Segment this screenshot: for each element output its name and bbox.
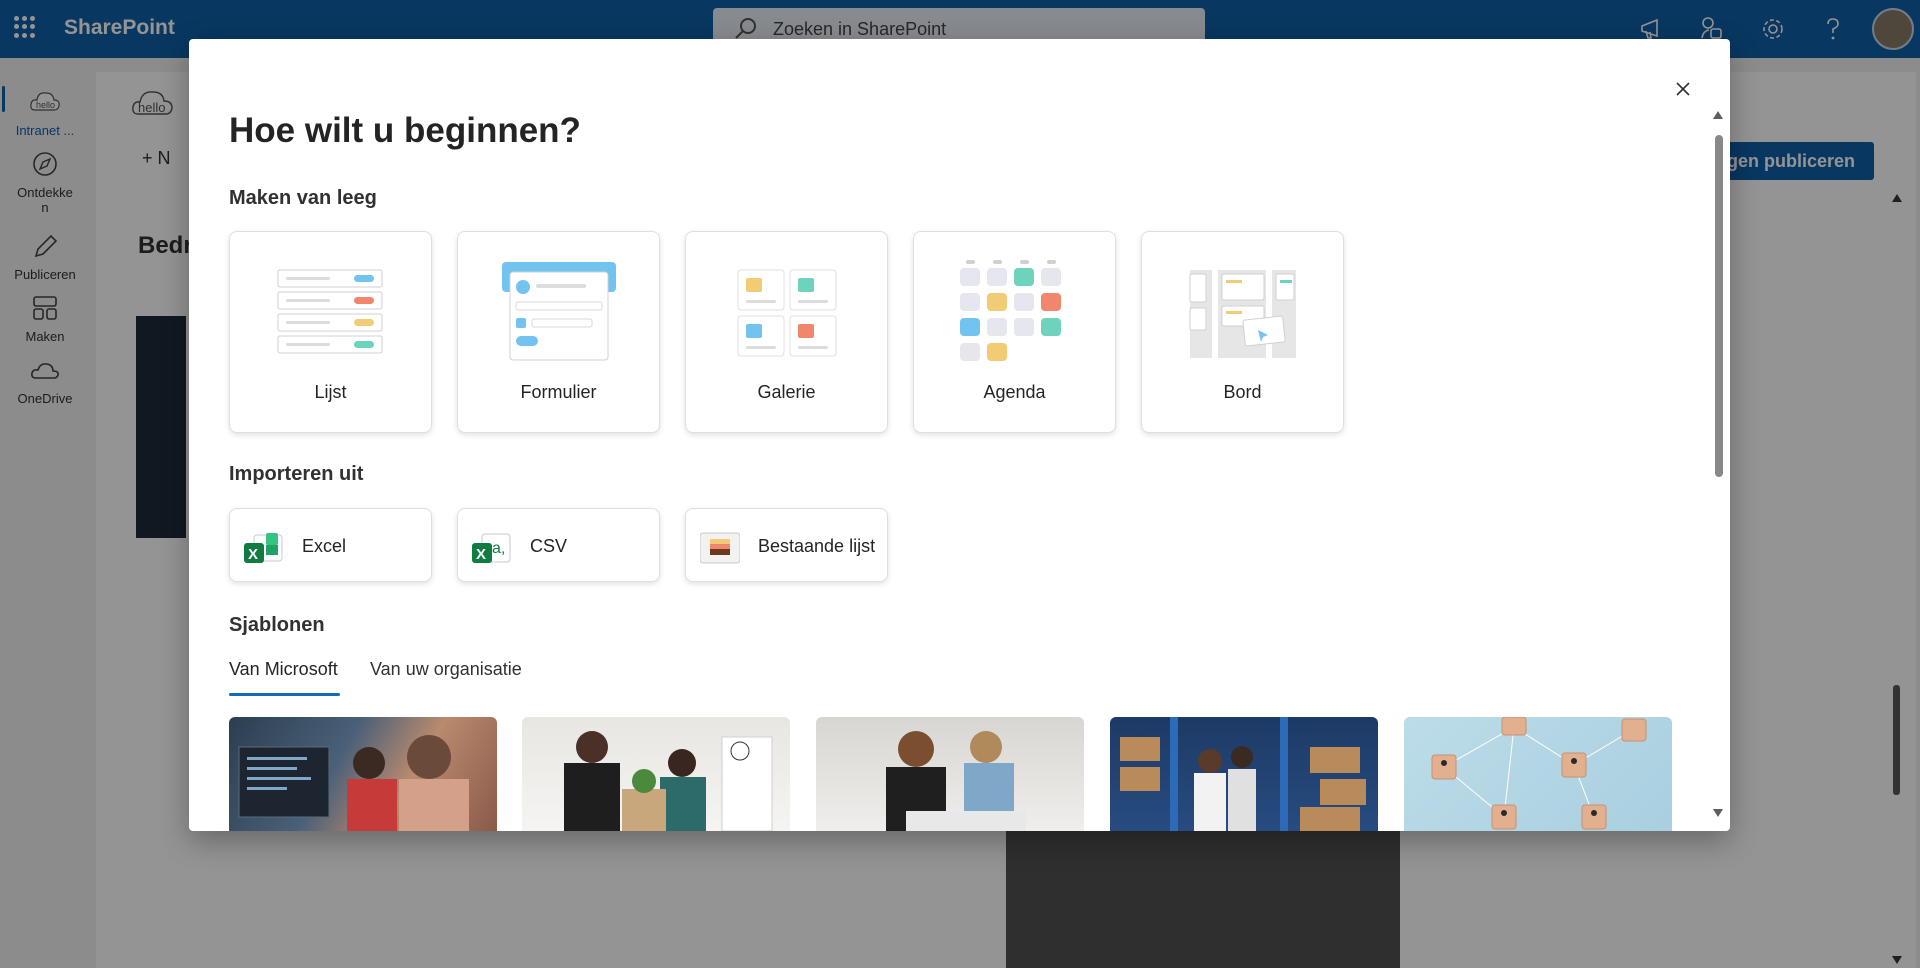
template-photo-icon (1431, 717, 1647, 830)
close-icon[interactable] (1669, 75, 1697, 103)
template-photo-icon (564, 731, 773, 831)
template-thumbnail[interactable] (1110, 717, 1378, 831)
svg-text:a,: a, (492, 540, 505, 557)
svg-text:X: X (248, 546, 258, 563)
template-thumbnail[interactable] (229, 717, 497, 831)
dialog-title: Hoe wilt u beginnen? (229, 111, 581, 150)
import-excel[interactable]: X Excel (229, 508, 432, 582)
import-existing-list[interactable]: Bestaande lijst (685, 508, 888, 582)
page-scrollbar[interactable] (1890, 150, 1904, 968)
card-lijst[interactable]: Lijst (229, 231, 432, 433)
card-label: Agenda (983, 382, 1046, 402)
create-list-dialog: Hoe wilt u beginnen? Maken van leeg Lijs… (189, 39, 1730, 831)
card-galerie[interactable]: Galerie (685, 231, 888, 433)
card-bord[interactable]: Bord (1141, 231, 1344, 433)
dialog-scroll-thumb[interactable] (1715, 135, 1723, 477)
template-photo-icon (886, 731, 1026, 831)
existing-list-icon (700, 532, 740, 564)
section-import-heading: Importeren uit (229, 463, 364, 485)
import-csv[interactable]: a, X CSV (457, 508, 660, 582)
tab-van-microsoft[interactable]: Van Microsoft (229, 659, 338, 680)
board-illustration-icon (1189, 270, 1296, 358)
import-label: Bestaande lijst (758, 536, 876, 556)
card-agenda[interactable]: Agenda (913, 231, 1116, 433)
tab-active-underline (229, 693, 340, 696)
card-label: Galerie (757, 382, 816, 402)
calendar-illustration-icon (960, 260, 1061, 361)
list-illustration-icon (277, 269, 383, 354)
template-photo-icon (1120, 717, 1366, 831)
background-block (1006, 830, 1400, 968)
card-formulier[interactable]: Formulier (457, 231, 660, 433)
csv-icon: a, X (472, 533, 511, 563)
tab-van-uw-organisatie[interactable]: Van uw organisatie (370, 659, 522, 680)
import-label: CSV (530, 536, 568, 556)
import-label: Excel (302, 536, 347, 556)
svg-text:X: X (476, 546, 486, 563)
card-label: Lijst (314, 382, 347, 402)
template-thumbnail[interactable] (816, 717, 1084, 831)
template-thumbnail[interactable] (522, 717, 790, 831)
section-templates-heading: Sjablonen (229, 614, 325, 636)
template-thumbnail[interactable] (1404, 717, 1672, 831)
form-illustration-icon (502, 262, 616, 361)
template-photo-icon (238, 735, 469, 831)
excel-icon: X (244, 533, 283, 563)
gallery-illustration-icon (737, 269, 837, 357)
card-label: Formulier (520, 382, 597, 402)
card-label: Bord (1223, 382, 1262, 402)
section-blank-heading: Maken van leeg (229, 187, 377, 209)
